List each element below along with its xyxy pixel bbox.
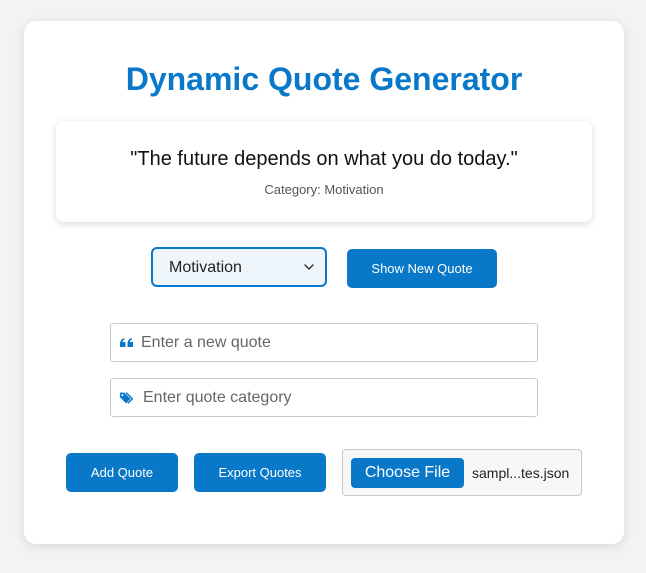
new-quote-input[interactable]: Enter a new quote xyxy=(110,323,538,362)
import-file-input[interactable]: Choose File sampl...tes.json xyxy=(342,449,582,496)
quote-category-input[interactable]: Enter quote category xyxy=(110,378,538,417)
quote-category-placeholder: Enter quote category xyxy=(143,389,292,406)
new-quote-placeholder: Enter a new quote xyxy=(141,334,271,351)
page-title: Dynamic Quote Generator xyxy=(125,61,523,97)
choose-file-button[interactable]: Choose File xyxy=(351,458,464,488)
add-quote-button[interactable]: Add Quote xyxy=(66,453,178,492)
tags-icon xyxy=(119,392,134,404)
quote-left-icon xyxy=(120,338,133,347)
export-quotes-button[interactable]: Export Quotes xyxy=(194,453,326,492)
quote-generator-card: Dynamic Quote Generator "The future depe… xyxy=(24,21,624,544)
chevron-down-icon xyxy=(304,264,314,270)
category-select[interactable]: Motivation xyxy=(151,247,327,287)
show-new-quote-button[interactable]: Show New Quote xyxy=(347,249,497,288)
quote-category: Category: Motivation xyxy=(264,182,384,197)
category-select-value: Motivation xyxy=(169,259,242,276)
quote-display: "The future depends on what you do today… xyxy=(56,121,592,222)
selected-file-name: sampl...tes.json xyxy=(472,465,570,481)
quote-text: "The future depends on what you do today… xyxy=(130,148,518,170)
